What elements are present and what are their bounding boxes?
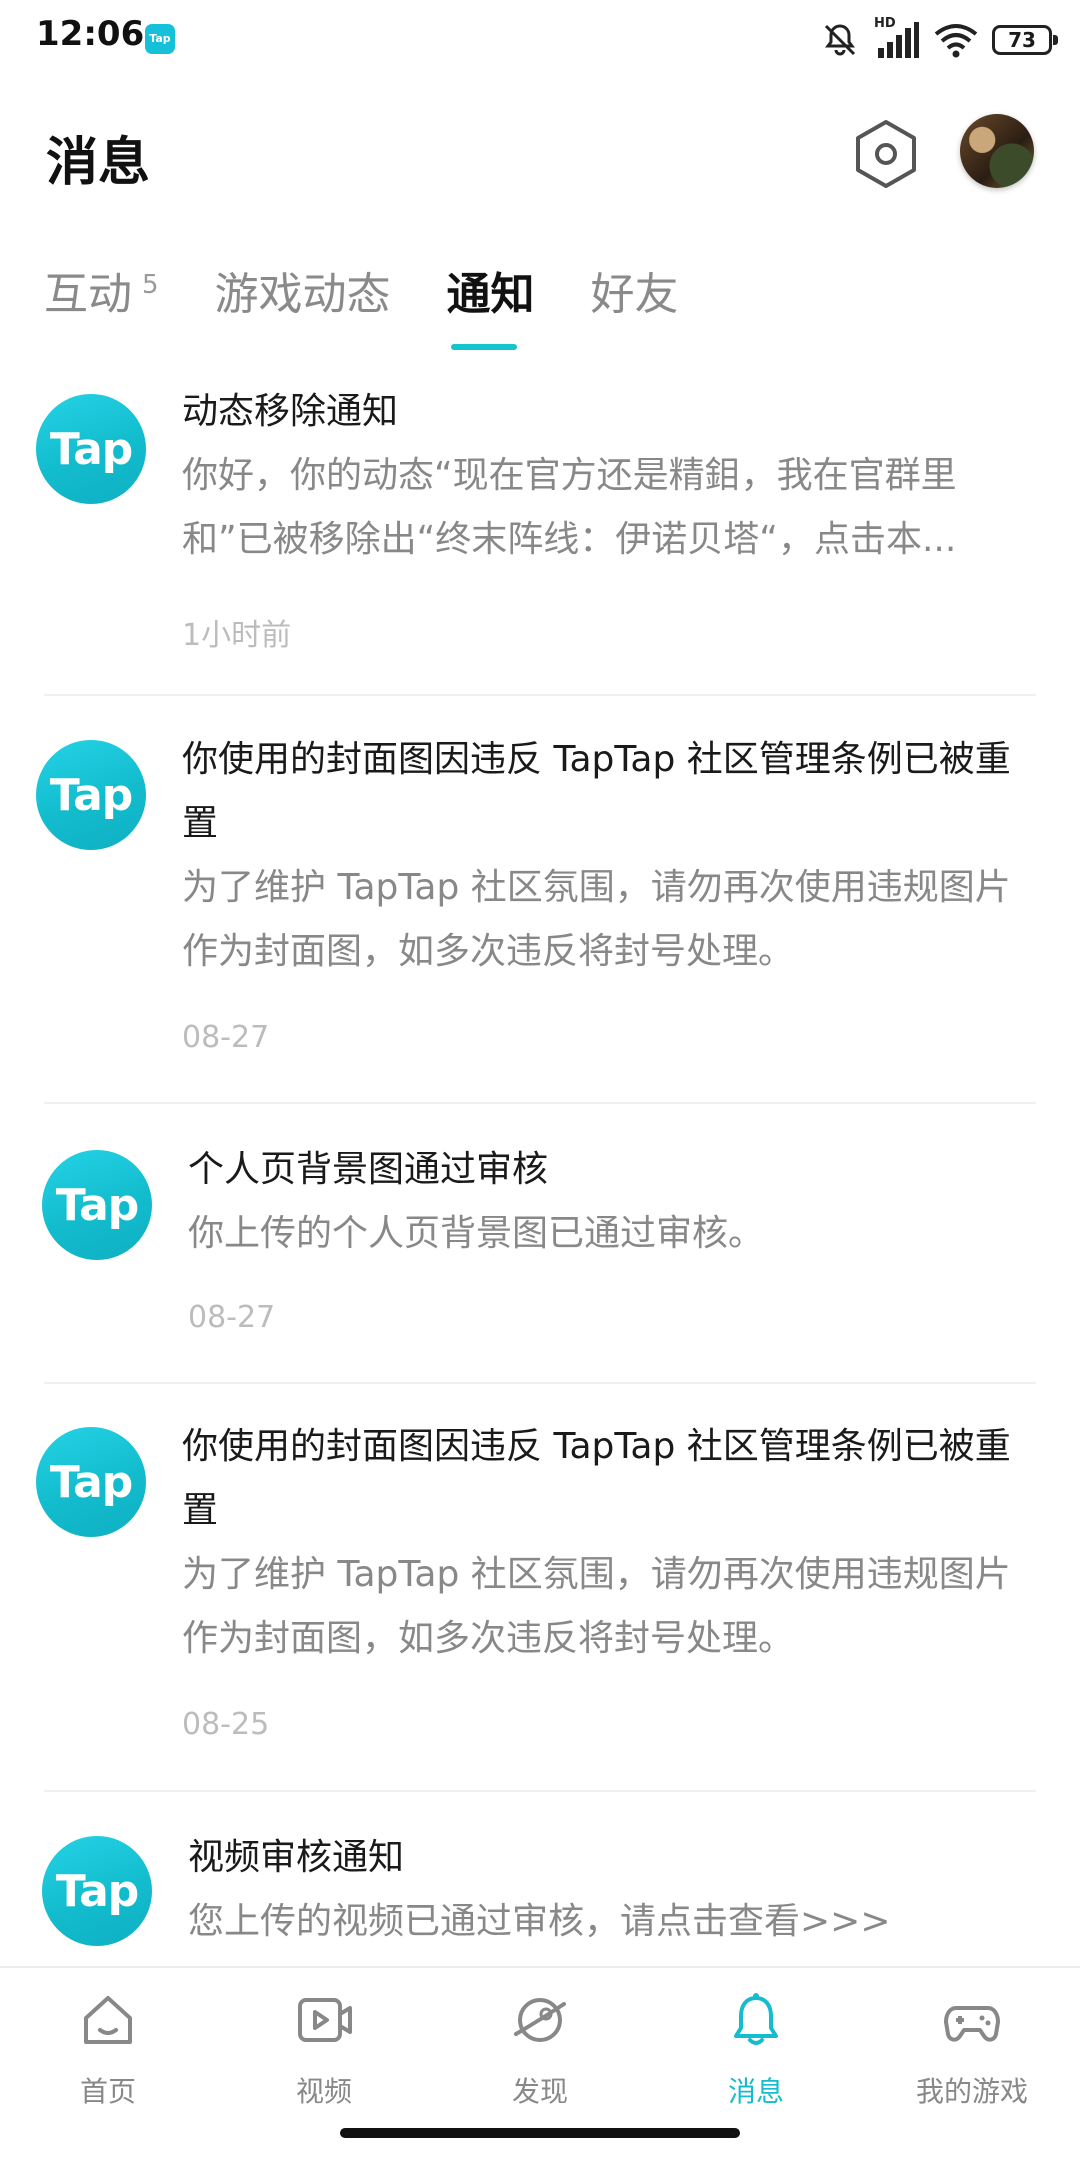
settings-button[interactable]: [852, 116, 920, 192]
tab-friends[interactable]: 好友: [591, 258, 679, 322]
divider: [44, 694, 1036, 696]
mute-icon: [824, 24, 856, 56]
message-tabs: 互动 5 游戏动态 通知 好友: [44, 262, 735, 322]
notification-title: 动态移除通知: [182, 391, 399, 432]
nav-video-label: 视频: [295, 2075, 352, 2108]
notification-body: 你好，你的动态“现在官方还是精鉬，我在官群里和”已被移除出“终末阵线：伊诺贝塔“…: [182, 455, 957, 560]
bottom-navigation: 首页 视频 发现 消息 我的游戏: [0, 1966, 1080, 2120]
tab-game-updates[interactable]: 游戏动态: [215, 258, 391, 322]
battery-indicator: 73: [992, 25, 1058, 55]
wifi-icon: [934, 24, 978, 58]
status-bar: 12:06 Tap HD 73: [0, 0, 1080, 80]
nav-home[interactable]: 首页: [28, 1990, 188, 2110]
video-icon: [298, 1998, 352, 2042]
home-indicator[interactable]: [340, 2128, 740, 2138]
notification-title: 你使用的封面图因违反 TapTap 社区管理条例已被重置: [182, 1426, 1011, 1531]
notification-title: 个人页背景图通过审核: [188, 1149, 549, 1190]
home-icon: [84, 1996, 132, 2044]
taptap-logo-icon: Tap: [36, 394, 146, 504]
tab-interactions-count: 5: [142, 270, 159, 301]
gamepad-icon: [944, 2006, 1000, 2042]
nav-my-games[interactable]: 我的游戏: [892, 1990, 1052, 2110]
notification-item[interactable]: Tap 你使用的封面图因违反 TapTap 社区管理条例已被重置 为了维护 Ta…: [0, 728, 1080, 1100]
notification-time: 08-25: [182, 1707, 270, 1742]
divider: [44, 1102, 1036, 1104]
taptap-logo-icon: Tap: [42, 1836, 152, 1946]
bell-icon: [734, 1993, 778, 2045]
network-type-label: HD: [874, 16, 896, 31]
notification-time: 08-27: [182, 1020, 270, 1055]
tab-interactions[interactable]: 互动 5: [44, 258, 159, 322]
page-title: 消息: [46, 133, 151, 193]
notification-title: 你使用的封面图因违反 TapTap 社区管理条例已被重置: [182, 739, 1011, 844]
settings-hexagon-icon: [856, 120, 916, 188]
divider: [44, 1382, 1036, 1384]
user-avatar[interactable]: [960, 114, 1034, 188]
nav-home-label: 首页: [79, 2075, 136, 2108]
notification-body: 为了维护 TapTap 社区氛围，请勿再次使用违规图片作为封面图，如多次违反将封…: [182, 1554, 1011, 1659]
notification-time: 1小时前: [182, 618, 292, 653]
taptap-logo-icon: Tap: [36, 1427, 146, 1537]
nav-discover[interactable]: 发现: [460, 1990, 620, 2110]
status-time: 12:06: [36, 14, 145, 54]
taptap-app-icon: Tap: [145, 24, 175, 54]
nav-my-games-label: 我的游戏: [915, 2075, 1028, 2108]
taptap-logo-icon: Tap: [36, 740, 146, 850]
notification-item[interactable]: Tap 视频审核通知 您上传的视频已通过审核，请点击查看>>>: [0, 1826, 1080, 1966]
nav-video[interactable]: 视频: [244, 1990, 404, 2110]
tab-notifications[interactable]: 通知: [447, 258, 535, 322]
active-tab-indicator: [451, 344, 517, 350]
taptap-logo-icon: Tap: [42, 1150, 152, 1260]
notification-body: 你上传的个人页背景图已通过审核。: [188, 1213, 765, 1254]
notification-time: 08-27: [188, 1300, 276, 1335]
status-icons: HD 73: [820, 16, 1058, 62]
nav-discover-label: 发现: [511, 2075, 568, 2108]
notification-item[interactable]: Tap 动态移除通知 你好，你的动态“现在官方还是精鉬，我在官群里和”已被移除出…: [0, 380, 1080, 694]
nav-messages[interactable]: 消息: [676, 1990, 836, 2110]
divider: [44, 1790, 1036, 1792]
notification-item[interactable]: Tap 个人页背景图通过审核 你上传的个人页背景图已通过审核。 08-27: [0, 1138, 1080, 1382]
notification-title: 视频审核通知: [188, 1837, 405, 1878]
notification-body: 您上传的视频已通过审核，请点击查看>>>: [188, 1901, 891, 1942]
planet-icon: [514, 1998, 566, 2042]
nav-messages-label: 消息: [727, 2075, 784, 2108]
signal-icon: HD: [874, 16, 920, 60]
notification-item[interactable]: Tap 你使用的封面图因违反 TapTap 社区管理条例已被重置 为了维护 Ta…: [0, 1415, 1080, 1787]
notification-body: 为了维护 TapTap 社区氛围，请勿再次使用违规图片作为封面图，如多次违反将封…: [182, 867, 1011, 972]
